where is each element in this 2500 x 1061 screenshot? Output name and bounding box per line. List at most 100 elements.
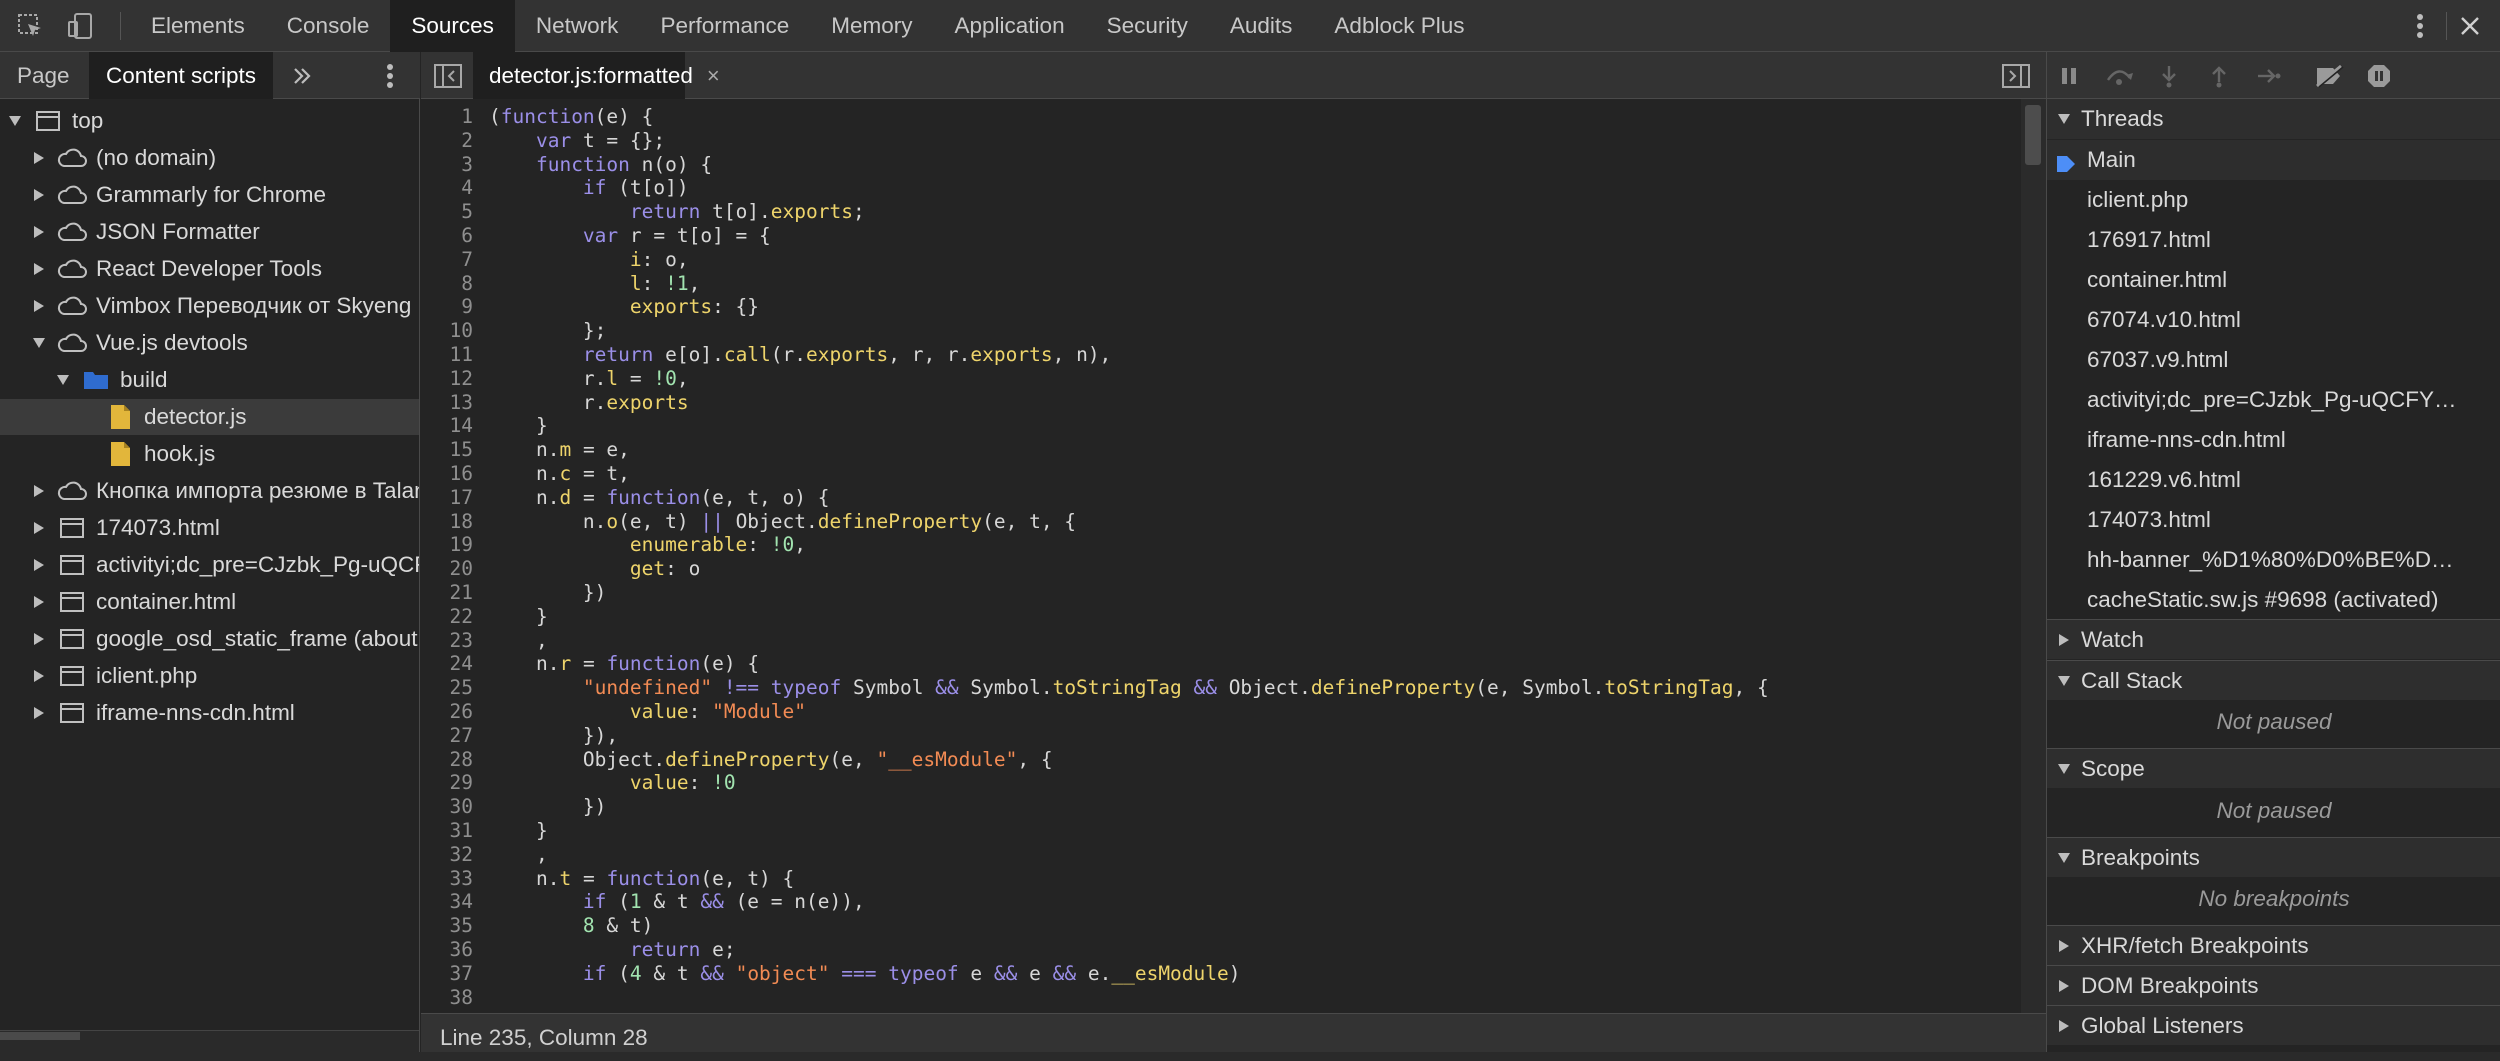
triangle-right-icon[interactable] <box>32 706 46 720</box>
code-line[interactable]: n.r = function(e) { <box>489 652 759 676</box>
navigator-menu-icon[interactable] <box>372 52 408 99</box>
thread-item[interactable]: activityi;dc_pre=CJzbk_Pg-uQCFY… <box>2047 380 2500 420</box>
tab-page[interactable]: Page <box>0 52 87 99</box>
code-line[interactable]: enumerable: !0, <box>489 533 806 557</box>
line-number[interactable]: 17 <box>421 486 473 510</box>
line-number[interactable]: 16 <box>421 462 473 486</box>
triangle-right-icon[interactable] <box>32 521 46 535</box>
code-line[interactable]: , <box>489 843 548 867</box>
line-number[interactable]: 36 <box>421 938 473 962</box>
line-number[interactable]: 6 <box>421 224 473 248</box>
line-number[interactable]: 31 <box>421 819 473 843</box>
code-line[interactable]: }), <box>489 724 618 748</box>
dom-breakpoints-section-header[interactable]: DOM Breakpoints <box>2047 965 2500 1005</box>
code-line[interactable]: var t = {}; <box>489 129 665 153</box>
editor-scroll-thumb[interactable] <box>2025 105 2041 165</box>
tree-item[interactable]: Vue.js devtools <box>0 325 419 361</box>
code-line[interactable]: return e[o].call(r.exports, r, r.exports… <box>489 343 1111 367</box>
code-line[interactable]: value: !0 <box>489 771 736 795</box>
code-line[interactable]: "undefined" !== typeof Symbol && Symbol.… <box>489 676 1769 700</box>
step-out-icon[interactable] <box>2197 52 2241 99</box>
global-listeners-section-header[interactable]: Global Listeners <box>2047 1005 2500 1045</box>
tab-sources[interactable]: Sources <box>390 0 515 52</box>
line-number[interactable]: 10 <box>421 319 473 343</box>
tree-item[interactable]: hook.js <box>0 436 419 472</box>
device-toolbar-icon[interactable] <box>60 0 100 52</box>
code-line[interactable]: , <box>489 629 548 653</box>
code-line[interactable]: } <box>489 819 548 843</box>
line-number[interactable]: 35 <box>421 914 473 938</box>
line-number[interactable]: 28 <box>421 748 473 772</box>
code-line[interactable]: return e; <box>489 938 736 962</box>
code-line[interactable]: if (1 & t && (e = n(e)), <box>489 890 865 914</box>
tree-item[interactable]: container.html <box>0 584 419 620</box>
thread-item[interactable]: 67074.v10.html <box>2047 300 2500 340</box>
line-number[interactable]: 32 <box>421 843 473 867</box>
toggle-debugger-icon[interactable] <box>2001 62 2033 90</box>
code-line[interactable]: function n(o) { <box>489 153 712 177</box>
thread-item[interactable]: container.html <box>2047 260 2500 300</box>
pause-on-exceptions-icon[interactable] <box>2357 52 2401 99</box>
line-number[interactable]: 11 <box>421 343 473 367</box>
triangle-right-icon[interactable] <box>32 595 46 609</box>
triangle-down-icon[interactable] <box>8 114 22 128</box>
line-number[interactable]: 19 <box>421 533 473 557</box>
triangle-down-icon[interactable] <box>32 336 46 350</box>
line-number[interactable]: 29 <box>421 771 473 795</box>
step-into-icon[interactable] <box>2147 52 2191 99</box>
thread-item[interactable]: Main <box>2047 140 2500 180</box>
line-number[interactable]: 12 <box>421 367 473 391</box>
triangle-down-icon[interactable] <box>56 373 70 387</box>
tree-item[interactable]: React Developer Tools <box>0 251 419 287</box>
thread-item[interactable]: hh-banner_%D1%80%D0%BE%D… <box>2047 540 2500 580</box>
tab-audits[interactable]: Audits <box>1209 0 1314 52</box>
code-editor[interactable]: 1 2 3 4 5 6 7 8 9 10 11 12 13 14 15 16 17 18 19 20 21 22 23 24 2… <box>421 99 2046 1053</box>
code-line[interactable]: l: !1, <box>489 272 700 296</box>
line-number[interactable]: 25 <box>421 676 473 700</box>
triangle-right-icon[interactable] <box>32 151 46 165</box>
step-icon[interactable] <box>2247 52 2291 99</box>
code-line[interactable]: n.t = function(e, t) { <box>489 867 794 891</box>
line-number-gutter[interactable]: 1 2 3 4 5 6 7 8 9 10 11 12 13 14 15 16 17 18 19 20 21 22 23 24 2… <box>421 99 473 1053</box>
triangle-right-icon[interactable] <box>32 669 46 683</box>
breakpoints-section-header[interactable]: Breakpoints <box>2047 837 2500 877</box>
line-number[interactable]: 15 <box>421 438 473 462</box>
line-number[interactable]: 21 <box>421 581 473 605</box>
tree-item[interactable]: top <box>0 103 419 139</box>
code-line[interactable]: } <box>489 605 548 629</box>
close-devtools-icon[interactable] <box>2448 0 2492 52</box>
triangle-right-icon[interactable] <box>32 262 46 276</box>
code-line[interactable]: }; <box>489 319 607 343</box>
line-number[interactable]: 23 <box>421 629 473 653</box>
navigator-scrollbar[interactable] <box>0 1032 80 1040</box>
tree-item[interactable]: JSON Formatter <box>0 214 419 250</box>
tree-item[interactable]: iclient.php <box>0 658 419 694</box>
code-line[interactable]: if (t[o]) <box>489 176 689 200</box>
tree-item[interactable]: activityi;dc_pre=CJzbk_Pg-uQCF <box>0 547 419 583</box>
tree-item[interactable]: detector.js <box>0 399 419 435</box>
line-number[interactable]: 27 <box>421 724 473 748</box>
thread-item[interactable]: 174073.html <box>2047 500 2500 540</box>
line-number[interactable]: 5 <box>421 200 473 224</box>
line-number[interactable]: 18 <box>421 510 473 534</box>
code-line[interactable]: if (4 & t && "object" === typeof e && e … <box>489 962 1241 986</box>
code-line[interactable]: (function(e) { <box>489 105 653 129</box>
tree-item[interactable]: build <box>0 362 419 398</box>
tree-item[interactable]: Vimbox Переводчик от Skyeng <box>0 288 419 324</box>
threads-section-header[interactable]: Threads <box>2047 99 2500 139</box>
line-number[interactable]: 38 <box>421 986 473 1010</box>
close-tab-icon[interactable]: × <box>707 63 720 89</box>
line-number[interactable]: 14 <box>421 414 473 438</box>
triangle-right-icon[interactable] <box>32 558 46 572</box>
line-number[interactable]: 37 <box>421 962 473 986</box>
editor-vertical-scrollbar[interactable] <box>2021 99 2046 1053</box>
line-number[interactable]: 34 <box>421 890 473 914</box>
code-line[interactable]: exports: {} <box>489 295 759 319</box>
line-number[interactable]: 2 <box>421 129 473 153</box>
line-number[interactable]: 26 <box>421 700 473 724</box>
code-line[interactable]: } <box>489 414 548 438</box>
customize-menu-icon[interactable] <box>2400 0 2440 52</box>
thread-item[interactable]: cacheStatic.sw.js #9698 (activated) <box>2047 580 2500 620</box>
toggle-navigator-icon[interactable] <box>433 62 463 90</box>
tree-item[interactable]: Grammarly for Chrome <box>0 177 419 213</box>
